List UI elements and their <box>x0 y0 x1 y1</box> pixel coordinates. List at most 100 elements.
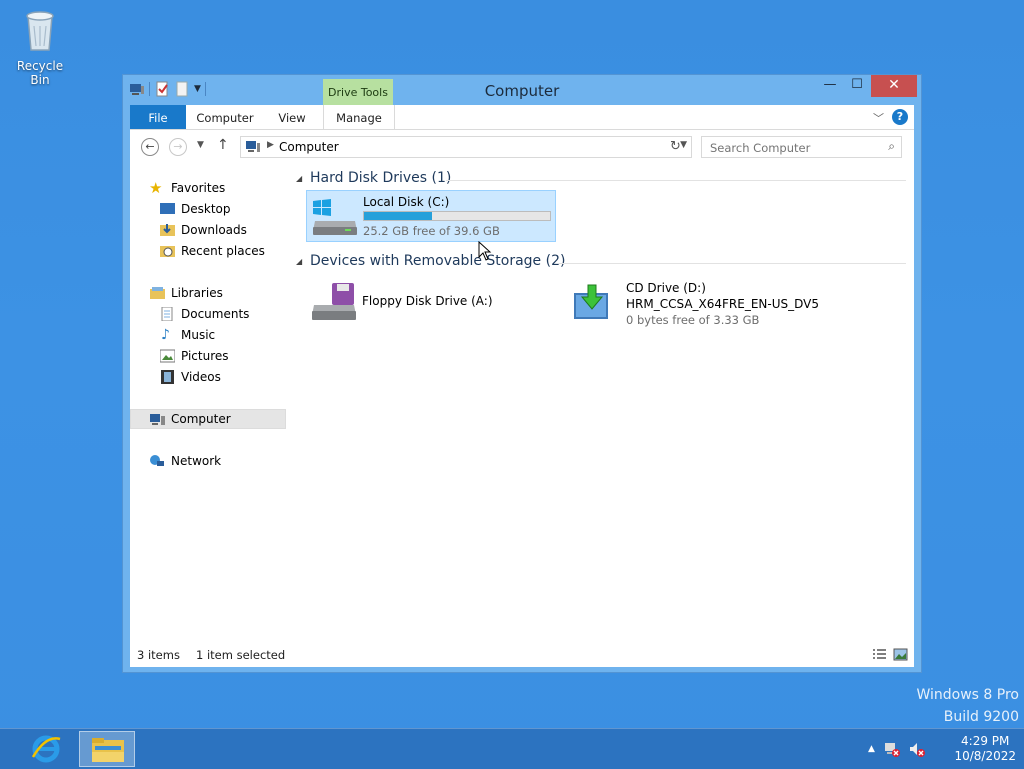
nav-network[interactable]: Network <box>130 451 286 471</box>
details-view-icon[interactable] <box>872 648 887 661</box>
taskbar-file-explorer[interactable] <box>79 731 135 767</box>
address-row: ← → ▼ ↑ ▶ Computer ▼ ↻ ⌕ <box>130 130 914 166</box>
network-disconnected-icon[interactable] <box>884 741 900 757</box>
device-tile-floppy-a[interactable]: Floppy Disk Drive (A:) <box>306 277 556 329</box>
volume-muted-icon[interactable] <box>909 741 925 757</box>
status-item-count: 3 items <box>137 648 180 662</box>
documents-icon <box>161 307 173 321</box>
nav-computer-label: Computer <box>171 412 231 426</box>
search-icon: ⌕ <box>888 139 895 153</box>
nav-desktop[interactable]: Desktop <box>130 199 286 219</box>
up-arrow-icon[interactable]: ↑ <box>217 137 229 153</box>
back-button[interactable]: ← <box>141 138 159 156</box>
group-header-hard-disk[interactable]: ◢ Hard Disk Drives (1) <box>296 170 906 190</box>
drive-name-c: Local Disk (C:) <box>363 195 450 209</box>
tab-view[interactable]: View <box>272 105 312 129</box>
explorer-window: ▼ Drive Tools Computer — ☐ ✕ File Comput… <box>122 74 922 673</box>
clock-time: 4:29 PM <box>961 734 1010 748</box>
nav-documents[interactable]: Documents <box>130 304 286 324</box>
group-divider <box>558 263 906 264</box>
group-divider <box>446 180 906 181</box>
view-switcher <box>872 648 908 661</box>
maximize-icon: ☐ <box>851 77 863 92</box>
nav-network-label: Network <box>171 454 222 468</box>
internet-explorer-icon <box>31 735 61 763</box>
videos-icon <box>161 370 174 384</box>
tab-computer[interactable]: Computer <box>192 105 258 129</box>
window-title: Computer <box>484 82 560 100</box>
nav-downloads[interactable]: Downloads <box>130 220 286 240</box>
nav-pictures[interactable]: Pictures <box>130 346 286 366</box>
status-selection: 1 item selected <box>196 648 286 662</box>
navigation-pane: ★ Favorites Desktop Downloads Recent pla… <box>130 170 288 650</box>
nav-videos-label: Videos <box>181 370 221 384</box>
system-tray: ▲ <box>868 741 925 757</box>
mouse-cursor-icon <box>478 241 492 261</box>
collapse-arrow-icon: ◢ <box>296 257 303 266</box>
nav-libraries[interactable]: Libraries <box>130 283 286 303</box>
nav-downloads-label: Downloads <box>181 223 247 237</box>
minimize-icon: — <box>823 77 837 92</box>
breadcrumb-separator-icon[interactable]: ▶ <box>267 140 274 150</box>
search-input[interactable] <box>708 138 882 158</box>
forward-button[interactable]: → <box>169 138 187 156</box>
recycle-bin-icon <box>26 11 54 51</box>
nav-music-label: Music <box>181 328 216 342</box>
nav-music[interactable]: ♪ Music <box>130 325 286 345</box>
downloads-icon <box>160 224 175 236</box>
address-dropdown-icon[interactable]: ▼ <box>680 140 687 150</box>
search-box[interactable]: ⌕ <box>701 136 902 158</box>
tab-file[interactable]: File <box>130 105 186 129</box>
large-icons-view-icon[interactable] <box>893 648 908 661</box>
content-pane: ◢ Hard Disk Drives (1) Local Disk (C:) 2… <box>296 170 906 630</box>
nav-videos[interactable]: Videos <box>130 367 286 387</box>
computer-icon <box>150 414 165 425</box>
watermark-build: Build 9200 <box>943 709 1019 725</box>
pictures-icon <box>160 349 175 363</box>
nav-favorites[interactable]: ★ Favorites <box>130 178 286 198</box>
nav-computer[interactable]: Computer <box>130 409 286 429</box>
taskbar-clock[interactable]: 4:29 PM 10/8/2022 <box>954 734 1016 764</box>
help-icon[interactable]: ? <box>892 109 908 125</box>
drive-space-c: 25.2 GB free of 39.6 GB <box>363 224 500 238</box>
minimize-button[interactable]: — <box>817 75 843 97</box>
tab-manage[interactable]: Manage <box>323 105 395 129</box>
cd-drive-icon <box>574 284 608 319</box>
address-bar[interactable]: ▶ Computer ▼ <box>240 136 692 158</box>
drive-usage-bar-c <box>363 211 551 221</box>
device-tile-cd-d[interactable]: CD Drive (D:) HRM_CCSA_X64FRE_EN-US_DV5 … <box>566 277 866 329</box>
star-icon: ★ <box>149 179 163 197</box>
recycle-bin-shortcut[interactable]: Recycle Bin <box>8 6 72 87</box>
device-name-d: CD Drive (D:) <box>626 281 706 295</box>
computer-icon <box>246 141 260 152</box>
group-header-removable-label: Devices with Removable Storage (2) <box>310 253 566 269</box>
music-icon: ♪ <box>161 327 170 343</box>
recent-places-icon <box>160 246 175 257</box>
expand-ribbon-icon[interactable]: ﹀ <box>873 110 884 126</box>
nav-pictures-label: Pictures <box>181 349 229 363</box>
device-space-d: 0 bytes free of 3.33 GB <box>626 313 760 327</box>
drive-tile-local-disk-c[interactable]: Local Disk (C:) 25.2 GB free of 39.6 GB <box>306 190 556 242</box>
nav-favorites-label: Favorites <box>171 181 226 195</box>
nav-recent-places[interactable]: Recent places <box>130 241 286 261</box>
taskbar: ▲ 4:29 PM 10/8/2022 <box>0 728 1024 769</box>
nav-desktop-label: Desktop <box>181 202 231 216</box>
breadcrumb-computer[interactable]: Computer <box>279 140 339 154</box>
recent-locations-icon[interactable]: ▼ <box>197 140 204 150</box>
explorer-body: ← → ▼ ↑ ▶ Computer ▼ ↻ ⌕ ★ Favorites <box>130 130 914 667</box>
collapse-arrow-icon: ◢ <box>296 174 303 183</box>
title-bar[interactable]: ▼ Drive Tools Computer — ☐ ✕ <box>123 75 921 106</box>
ribbon-tabs: File Computer View Manage ﹀ ? <box>130 105 914 130</box>
os-watermark: Windows 8 Pro Build 9200 <box>916 684 1019 728</box>
floppy-drive-icon <box>312 283 356 320</box>
device-label-d: HRM_CCSA_X64FRE_EN-US_DV5 <box>626 297 819 311</box>
network-icon <box>150 455 164 466</box>
show-hidden-icons-icon[interactable]: ▲ <box>868 744 875 754</box>
device-name-a: Floppy Disk Drive (A:) <box>362 294 493 308</box>
nav-libraries-label: Libraries <box>171 286 223 300</box>
group-header-removable[interactable]: ◢ Devices with Removable Storage (2) <box>296 253 906 273</box>
taskbar-internet-explorer[interactable] <box>18 731 74 767</box>
close-button[interactable]: ✕ <box>871 75 917 97</box>
refresh-icon[interactable]: ↻ <box>670 139 681 154</box>
maximize-button[interactable]: ☐ <box>844 75 870 97</box>
